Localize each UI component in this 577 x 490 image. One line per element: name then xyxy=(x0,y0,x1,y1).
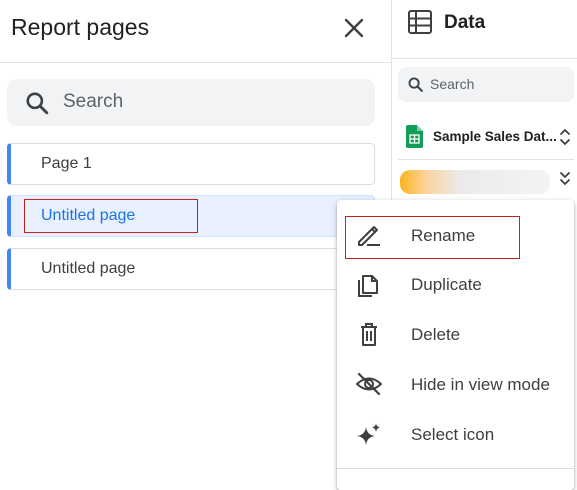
menu-item-duplicate[interactable]: Duplicate xyxy=(337,261,574,307)
google-sheets-icon xyxy=(406,125,423,148)
page-item-label: Untitled page xyxy=(41,260,136,277)
menu-item-label: Duplicate xyxy=(411,275,482,294)
data-source-name: Sample Sales Dat... xyxy=(433,129,557,144)
search-icon xyxy=(26,92,49,115)
sparkle-icon xyxy=(357,423,380,445)
expand-collapse-icon xyxy=(560,129,570,145)
page-item-untitled[interactable]: Untitled page xyxy=(7,248,375,290)
menu-item-rename[interactable]: Rename xyxy=(337,212,574,258)
menu-item-label: Rename xyxy=(411,226,476,245)
menu-item-label: Select icon xyxy=(411,425,495,444)
blurred-field-row xyxy=(400,170,550,194)
copy-icon xyxy=(358,275,378,297)
page-item-untitled-selected[interactable]: Untitled page xyxy=(7,195,375,237)
menu-item-delete[interactable]: Delete xyxy=(337,311,574,357)
close-button[interactable] xyxy=(340,14,368,42)
page-item-label: Untitled page xyxy=(41,207,136,224)
search-icon xyxy=(408,77,423,92)
pencil-icon xyxy=(358,226,380,246)
panel-title: Report pages xyxy=(11,14,150,40)
page-context-menu: Rename Duplicate Delete Hide in view mod… xyxy=(337,200,574,490)
data-source-divider xyxy=(398,159,574,160)
data-panel-title: Data xyxy=(444,12,486,33)
menu-item-label: Hide in view mode xyxy=(411,375,550,394)
page-item-label: Page 1 xyxy=(41,155,92,172)
chevrons-icon[interactable] xyxy=(558,169,572,191)
panel-divider xyxy=(0,62,391,63)
menu-divider xyxy=(337,468,574,469)
table-icon xyxy=(408,10,432,34)
search-placeholder: Search xyxy=(430,76,475,92)
close-icon xyxy=(344,18,364,38)
menu-item-label: Delete xyxy=(411,325,461,344)
eye-off-icon xyxy=(356,372,382,396)
data-source-selector[interactable]: Sample Sales Dat... xyxy=(406,124,574,150)
menu-item-select-icon[interactable]: Select icon xyxy=(337,411,574,457)
trash-icon xyxy=(361,323,377,346)
search-placeholder: Search xyxy=(63,91,124,112)
page-item-page-1[interactable]: Page 1 xyxy=(7,143,375,185)
data-search-input[interactable]: Search xyxy=(398,67,574,102)
page-search-input[interactable]: Search xyxy=(7,79,375,126)
report-pages-panel: Report pages Search Page 1 Untitled page… xyxy=(0,0,391,474)
menu-item-hide-in-view-mode[interactable]: Hide in view mode xyxy=(337,361,574,407)
data-divider xyxy=(392,58,577,59)
